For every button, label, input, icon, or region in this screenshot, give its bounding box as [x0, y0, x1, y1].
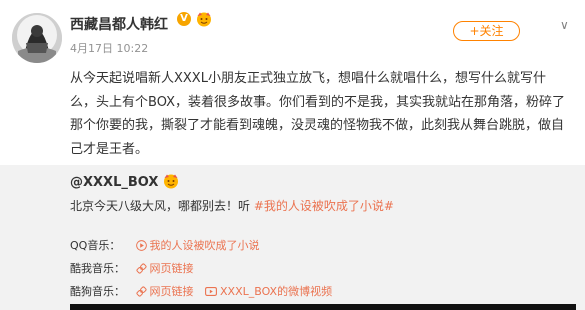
music-row-kuwo: 酷我音乐： 网页链接	[70, 260, 194, 276]
verified-badge-icon: V	[177, 12, 191, 26]
post-timestamp[interactable]: 4月17日 10:22	[70, 40, 148, 56]
music-link[interactable]: 我的人设被吹成了小说	[135, 239, 260, 252]
video-icon	[205, 287, 217, 296]
web-link-text: 网页链接	[149, 262, 194, 275]
web-link[interactable]: 网页链接	[135, 262, 194, 275]
link-icon	[135, 263, 147, 274]
fan-badge-icon	[163, 174, 178, 189]
web-link[interactable]: 网页链接	[135, 285, 198, 298]
video-link[interactable]: XXXL_BOX的微博视频	[205, 285, 332, 298]
user-name[interactable]: 西藏昌都人韩红	[70, 14, 168, 34]
chevron-down-icon[interactable]: ∨	[560, 18, 569, 32]
link-icon	[135, 286, 147, 297]
music-label: 酷狗音乐：	[70, 285, 125, 298]
music-label: QQ音乐：	[70, 239, 121, 252]
video-link-text: XXXL_BOX的微博视频	[220, 285, 333, 298]
music-row-qq: QQ音乐： 我的人设被吹成了小说	[70, 237, 260, 253]
weibo-post: 西藏昌都人韩红 V 4月17日 10:22 +关注 ∨ 从今天起说唱新人XXXL…	[0, 0, 585, 310]
web-link-text: 网页链接	[149, 285, 194, 298]
repost-card[interactable]: @XXXL_BOX 北京今天八级大风，哪都别去！听 #我的人设被吹成了小说# Q…	[0, 165, 585, 310]
music-row-kugou: 酷狗音乐： 网页链接 XXXL_BOX的微博视频	[70, 283, 332, 299]
post-text: 从今天起说唱新人XXXL小朋友正式独立放飞，想唱什么就唱什么，想写什么就写什么，…	[70, 71, 565, 157]
repost-text: 北京今天八级大风，哪都别去！听 #我的人设被吹成了小说#	[70, 197, 394, 214]
follow-button[interactable]: +关注	[453, 21, 520, 41]
fan-badge-icon	[197, 12, 211, 27]
repost-user-name[interactable]: @XXXL_BOX	[70, 175, 158, 190]
avatar[interactable]	[12, 13, 62, 63]
avatar-image	[12, 13, 62, 63]
music-link-text: 我的人设被吹成了小说	[149, 239, 260, 252]
music-label: 酷我音乐：	[70, 262, 125, 275]
repost-user-container: @XXXL_BOX	[70, 173, 179, 190]
repost-text-body: 北京今天八级大风，哪都别去！听	[70, 199, 254, 213]
hashtag-link[interactable]: #我的人设被吹成了小说#	[254, 199, 394, 213]
play-icon	[135, 240, 147, 251]
video-player[interactable]	[70, 304, 576, 310]
